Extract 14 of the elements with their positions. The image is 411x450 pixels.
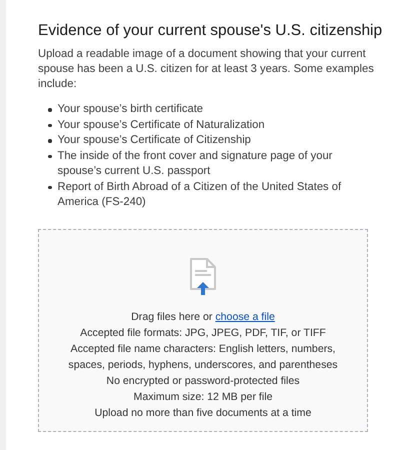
example-item: Your spouse’s Certificate of Citizenship: [58, 133, 251, 148]
example-item: Your spouse’s Certificate of Naturalization: [58, 118, 265, 132]
upload-rule: Accepted file name characters: English letters, numbers, spaces, periods, hyphens, underscores, and parentheses: [67, 342, 339, 372]
choose-file-link[interactable]: choose a file: [215, 310, 275, 322]
upload-rule: Upload no more than five documents at a time: [94, 406, 312, 420]
upload-rule: Accepted file formats: JPG, JPEG, PDF, TIF, or TIFF: [79, 326, 327, 340]
section-heading: Evidence of your current spouse's U.S. citizenship: [38, 22, 383, 40]
upload-rule: Maximum size: 12 MB per file: [132, 390, 274, 404]
example-item: The inside of the front cover and signature page of your spouse’s current U.S. passport: [58, 148, 334, 179]
upload-rule: No encrypted or password-protected files: [105, 374, 301, 388]
example-item: Your spouse’s birth certificate: [58, 102, 204, 117]
drag-instruction: Drag files here or choose a file: [130, 310, 276, 324]
intro-paragraph: Upload a readable image of a document showing that your current spouse has been a U.S. citizen for at least 3 years. Some examples include:: [38, 47, 375, 92]
example-item: Report of Birth Abroad of a Citizen of the United States of America (FS-240): [58, 180, 342, 210]
